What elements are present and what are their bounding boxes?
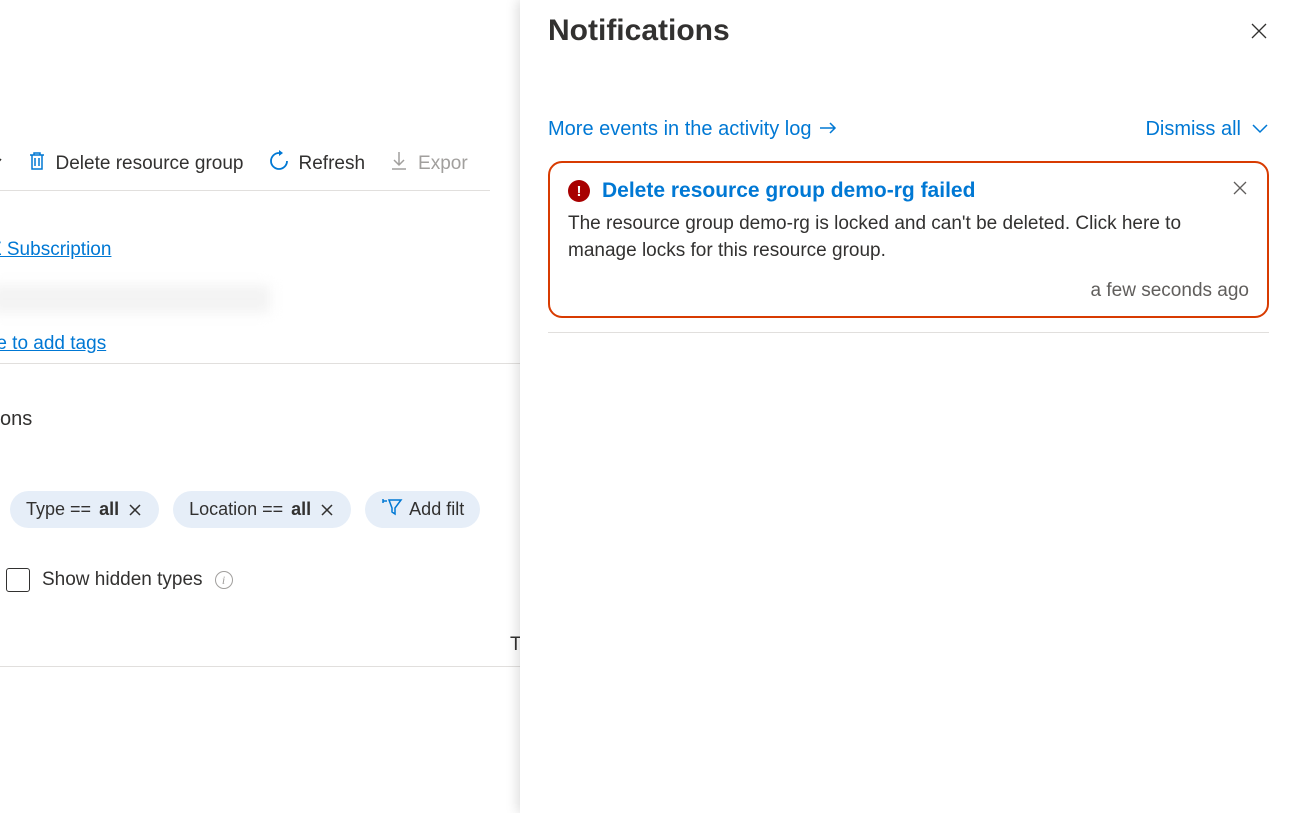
- add-filter-button[interactable]: Add filt: [365, 491, 480, 528]
- close-icon[interactable]: [319, 502, 335, 518]
- more-events-label: More events in the activity log: [548, 118, 811, 141]
- chevron-down-icon: [0, 153, 3, 175]
- show-hidden-label: Show hidden types: [42, 569, 203, 591]
- column-header: T: [510, 634, 520, 656]
- filter-location-value: all: [291, 499, 311, 520]
- download-icon: [389, 150, 409, 178]
- add-tags-link[interactable]: re to add tags: [0, 333, 106, 355]
- notification-card-error: ! Delete resource group demo-rg failed T…: [548, 161, 1269, 318]
- filter-pill-type[interactable]: Type == all: [10, 491, 159, 528]
- arrow-right-icon: [819, 118, 837, 141]
- show-hidden-types-row: Show hidden types i: [6, 568, 520, 592]
- add-filter-label: Add filt: [409, 499, 464, 520]
- main-content-area: v Delete resource group Refresh Expor Z …: [0, 0, 520, 813]
- refresh-icon: [268, 150, 290, 178]
- card-header-left: ! Delete resource group demo-rg failed: [568, 179, 975, 203]
- filter-type-value: all: [99, 499, 119, 520]
- chevron-down-icon: [1251, 118, 1269, 141]
- info-icon[interactable]: i: [215, 571, 233, 589]
- export-label: Expor: [418, 153, 468, 175]
- notification-timestamp: a few seconds ago: [568, 280, 1249, 302]
- toolbar: v Delete resource group Refresh Expor: [0, 0, 490, 191]
- trash-icon: [27, 150, 47, 178]
- refresh-button[interactable]: Refresh: [268, 150, 366, 178]
- close-panel-button[interactable]: [1249, 21, 1269, 41]
- notifications-panel: Notifications More events in the activit…: [520, 0, 1297, 813]
- filter-location-label: Location ==: [189, 499, 283, 520]
- panel-subheader: More events in the activity log Dismiss …: [548, 118, 1269, 141]
- panel-title: Notifications: [548, 14, 730, 48]
- partial-heading: tions: [0, 408, 510, 431]
- divider: [0, 363, 520, 364]
- refresh-label: Refresh: [299, 153, 366, 175]
- divider: [548, 332, 1269, 333]
- filter-pill-location[interactable]: Location == all: [173, 491, 351, 528]
- divider: [0, 666, 520, 667]
- redacted-text: [0, 285, 270, 313]
- dismiss-notification-button[interactable]: [1231, 179, 1249, 197]
- notification-body: The resource group demo-rg is locked and…: [568, 211, 1249, 264]
- card-header: ! Delete resource group demo-rg failed: [568, 179, 1249, 203]
- export-button[interactable]: Expor: [389, 150, 468, 178]
- notification-title-link[interactable]: Delete resource group demo-rg failed: [602, 179, 975, 203]
- dismiss-all-button[interactable]: Dismiss all: [1145, 118, 1269, 141]
- dismiss-all-label: Dismiss all: [1145, 118, 1241, 141]
- filter-icon: [381, 497, 403, 522]
- delete-label: Delete resource group: [56, 153, 244, 175]
- more-events-link[interactable]: More events in the activity log: [548, 118, 837, 141]
- filter-row: Type == all Location == all Add filt: [10, 491, 520, 528]
- close-icon[interactable]: [127, 502, 143, 518]
- show-hidden-checkbox[interactable]: [6, 568, 30, 592]
- panel-header: Notifications: [548, 0, 1269, 48]
- filter-type-label: Type ==: [26, 499, 91, 520]
- toolbar-dropdown[interactable]: v: [0, 153, 3, 175]
- error-icon: !: [568, 180, 590, 202]
- subscription-link[interactable]: Z Subscription: [0, 239, 111, 261]
- delete-resource-group-button[interactable]: Delete resource group: [27, 150, 244, 178]
